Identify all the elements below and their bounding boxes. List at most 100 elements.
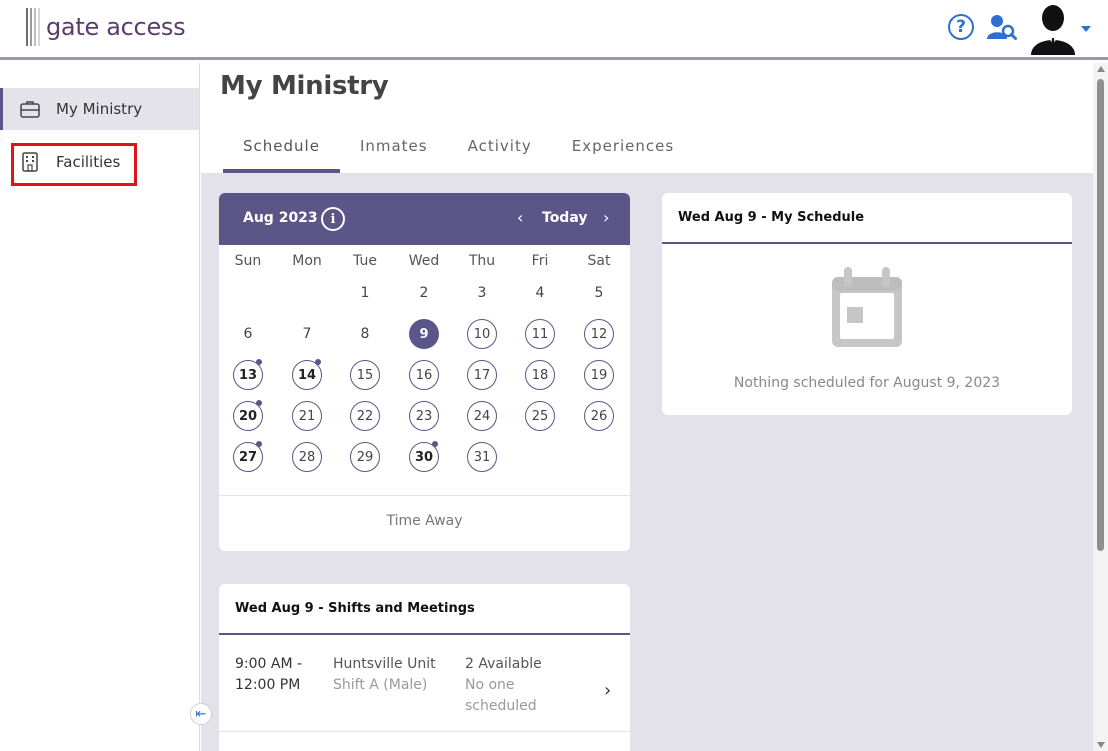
calendar-day-number: 3 (477, 285, 487, 301)
calendar-day[interactable]: 5 (583, 277, 615, 309)
calendar-day[interactable]: 22 (350, 401, 380, 431)
calendar-day-number: 26 (590, 408, 608, 424)
calendar-day[interactable]: 14 (292, 359, 322, 390)
calendar-day[interactable]: 3 (466, 277, 498, 309)
sidebar-item-my-ministry[interactable]: My Ministry (0, 88, 199, 130)
today-button[interactable]: Today (542, 210, 587, 226)
sidebar-item-label: My Ministry (56, 100, 143, 118)
shift-status: No one scheduled (465, 677, 537, 714)
briefcase-icon (20, 99, 40, 119)
calendar-day-number: 12 (590, 326, 608, 342)
calendar-day[interactable]: 6 (232, 318, 264, 350)
tab-bar: Schedule Inmates Activity Experiences (223, 127, 694, 173)
calendar-day-number: 4 (535, 285, 545, 301)
calendar-day[interactable]: 9 (409, 319, 439, 349)
calendar-day[interactable]: 31 (467, 442, 497, 472)
next-month-chevron-icon[interactable]: › (603, 208, 609, 227)
weekday-label: Sun (234, 253, 262, 269)
calendar-day-number: 29 (356, 449, 374, 465)
calendar-day-number: 18 (531, 367, 549, 383)
calendar-day-number: 13 (238, 367, 258, 383)
calendar-month-label: Aug 2023 (243, 210, 318, 226)
weekday-label: Thu (468, 253, 496, 269)
calendar-day[interactable]: 23 (409, 401, 439, 431)
user-search-icon[interactable] (987, 13, 1017, 41)
page-scrollbar[interactable] (1093, 63, 1108, 751)
calendar-day-number: 24 (473, 408, 491, 424)
shift-row[interactable]: 9:00 AM - 12:00 PM Huntsville Unit Shift… (219, 642, 630, 730)
calendar-day[interactable]: 11 (525, 319, 555, 349)
calendar-day[interactable]: 27 (233, 441, 263, 472)
calendar-header: Aug 2023 i ‹ Today › (219, 193, 630, 245)
calendar-day-number: 7 (302, 326, 312, 342)
shifts-meetings-title: Wed Aug 9 - Shifts and Meetings (235, 601, 475, 616)
calendar-day[interactable]: 2 (408, 277, 440, 309)
calendar-day-number: 10 (473, 326, 491, 342)
calendar-day[interactable]: 8 (349, 318, 381, 350)
calendar-day-number: 30 (414, 449, 434, 465)
user-avatar-icon[interactable] (1029, 3, 1077, 55)
scroll-thumb[interactable] (1097, 79, 1104, 551)
calendar-day[interactable]: 20 (233, 400, 263, 431)
shifts-meetings-card: Wed Aug 9 - Shifts and Meetings 9:00 AM … (219, 584, 630, 751)
shift-available-count: 2 Available (465, 656, 542, 672)
calendar-day-number: 25 (531, 408, 549, 424)
calendar-day[interactable]: 29 (350, 442, 380, 472)
chevron-right-icon[interactable]: › (604, 680, 611, 701)
calendar-day[interactable]: 15 (350, 360, 380, 390)
calendar-day-number: 27 (238, 449, 258, 465)
main-content: My Ministry Schedule Inmates Activity Ex… (201, 63, 1093, 751)
calendar-day-number: 23 (415, 408, 433, 424)
calendar-day[interactable]: 7 (291, 318, 323, 350)
tab-experiences[interactable]: Experiences (552, 127, 694, 173)
calendar-day-number: 6 (243, 326, 253, 342)
calendar-day[interactable]: 10 (467, 319, 497, 349)
calendar-day[interactable]: 4 (524, 277, 556, 309)
calendar-day[interactable]: 1 (349, 277, 381, 309)
empty-schedule-text: Nothing scheduled for August 9, 2023 (733, 375, 1001, 391)
weekday-label: Mon (292, 253, 322, 269)
sidebar: My Ministry Facilities (0, 63, 200, 751)
calendar-day[interactable]: 16 (409, 360, 439, 390)
shift-time: 9:00 AM - 12:00 PM (235, 654, 315, 696)
calendar-day[interactable]: 13 (233, 359, 263, 390)
calendar-day-number: 11 (531, 326, 549, 342)
weekday-label: Tue (353, 253, 377, 269)
calendar-day-number: 20 (238, 408, 258, 424)
scroll-up-arrow-icon[interactable] (1097, 66, 1105, 72)
collapse-left-icon[interactable]: ⇤ (190, 703, 212, 725)
card-divider (219, 633, 630, 635)
calendar-day-number: 9 (419, 326, 429, 342)
calendar-day-number: 8 (360, 326, 370, 342)
shift-time-end: 12:00 PM (235, 677, 301, 693)
calendar-day[interactable]: 12 (584, 319, 614, 349)
calendar-day[interactable]: 21 (292, 401, 322, 431)
calendar-day-number: 5 (594, 285, 604, 301)
my-schedule-card: Wed Aug 9 - My Schedule Nothing schedule… (662, 193, 1072, 415)
calendar-icon (830, 265, 904, 349)
tab-activity[interactable]: Activity (448, 127, 552, 173)
event-dot-icon (432, 441, 438, 447)
calendar-day[interactable]: 26 (584, 401, 614, 431)
account-menu-caret-icon[interactable] (1081, 26, 1091, 32)
calendar-day[interactable]: 19 (584, 360, 614, 390)
shift-name: Shift A (Male) (333, 677, 428, 693)
calendar-day-number: 16 (415, 367, 433, 383)
calendar-day[interactable]: 24 (467, 401, 497, 431)
tab-schedule[interactable]: Schedule (223, 127, 340, 173)
help-circle-icon[interactable]: ? (948, 14, 974, 40)
tab-inmates[interactable]: Inmates (340, 127, 448, 173)
time-away-link[interactable]: Time Away (219, 513, 630, 529)
gate-access-logo[interactable]: gate access (26, 7, 186, 47)
info-icon[interactable]: i (321, 207, 345, 231)
calendar-day[interactable]: 28 (292, 442, 322, 472)
calendar-day[interactable]: 25 (525, 401, 555, 431)
prev-month-chevron-icon[interactable]: ‹ (517, 208, 523, 227)
calendar-day[interactable]: 17 (467, 360, 497, 390)
weekday-label: Wed (408, 253, 440, 269)
calendar-day[interactable]: 18 (525, 360, 555, 390)
calendar-day-number: 15 (356, 367, 374, 383)
page-title: My Ministry (220, 71, 389, 101)
scroll-down-arrow-icon[interactable] (1097, 742, 1105, 748)
calendar-day[interactable]: 30 (409, 441, 439, 472)
